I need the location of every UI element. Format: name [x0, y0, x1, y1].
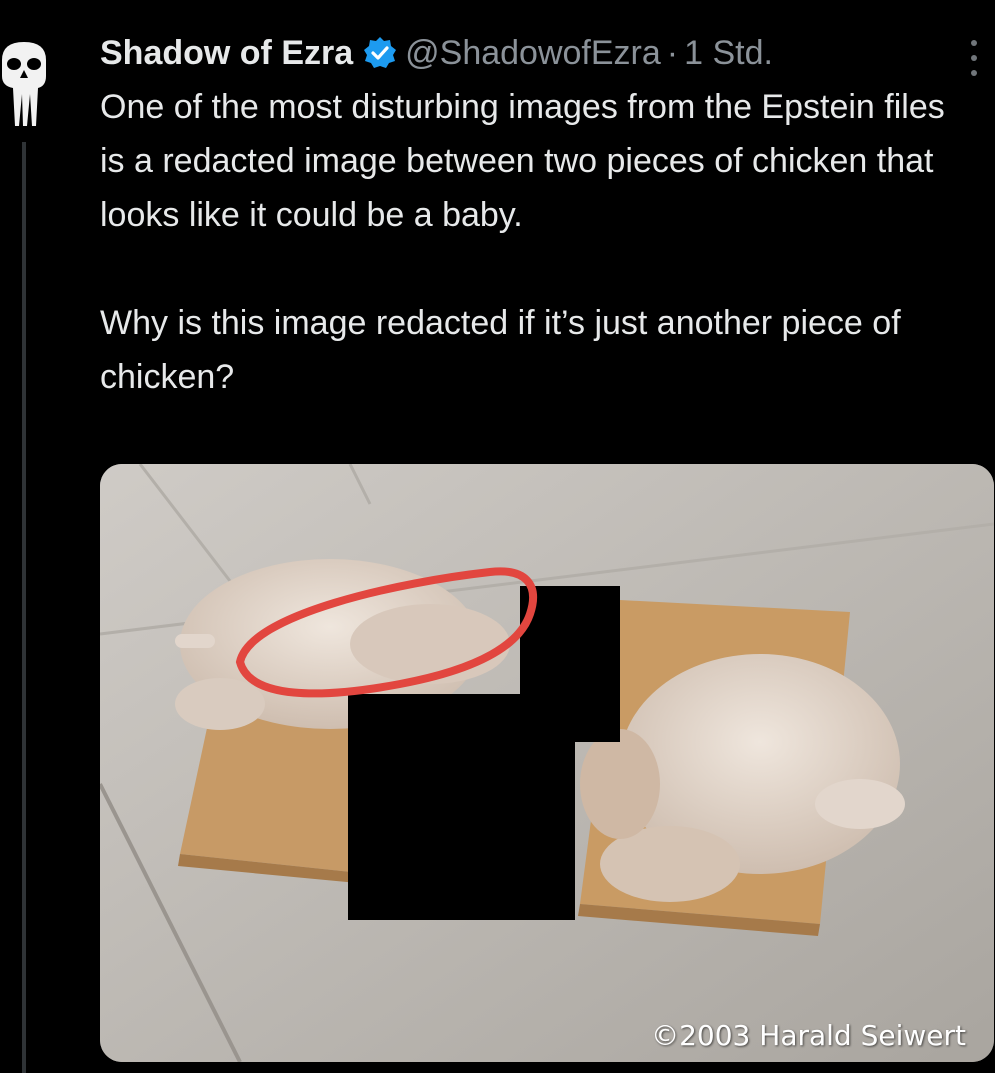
separator-dot: · — [666, 33, 679, 72]
tweet-paragraph: One of the most disturbing images from t… — [100, 88, 945, 234]
tweet-paragraph: Why is this image redacted if it’s just … — [100, 304, 901, 396]
image-credit: ©2003 Harald Seiwert — [651, 1019, 966, 1052]
skull-avatar-icon — [2, 42, 46, 126]
thread-line — [22, 142, 26, 1073]
tweet-image[interactable]: ©2003 Harald Seiwert — [100, 464, 994, 1062]
more-options-icon[interactable] — [959, 40, 989, 76]
chicken-photo — [100, 464, 994, 1062]
avatar[interactable] — [0, 40, 48, 130]
tweet-text: One of the most disturbing images from t… — [100, 80, 960, 404]
timestamp[interactable]: 1 Std. — [684, 34, 773, 73]
tweet-header: Shadow of Ezra @ShadowofEzra · 1 Std. — [100, 28, 975, 78]
user-handle[interactable]: @ShadowofEzra — [405, 34, 661, 73]
verified-badge-icon — [363, 36, 397, 70]
display-name[interactable]: Shadow of Ezra — [100, 34, 353, 73]
